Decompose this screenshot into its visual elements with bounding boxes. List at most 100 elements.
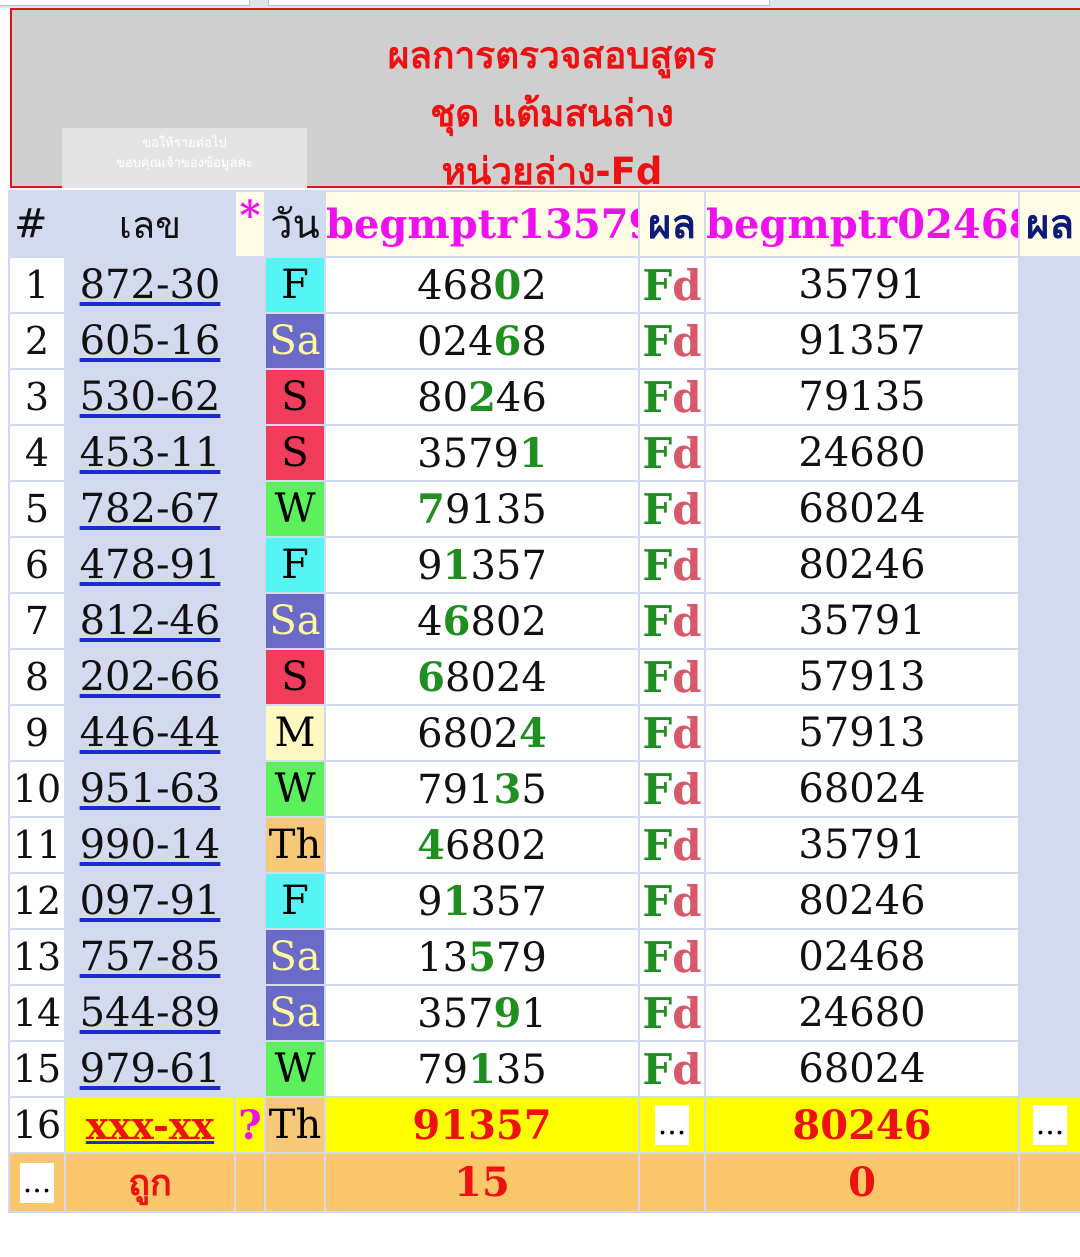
browser-tab[interactable] [268,0,770,6]
summary-dots-cell: ... [8,1152,66,1213]
draw-number-link[interactable]: 990-14 [64,816,236,874]
pattern1-digits: 79 [495,934,547,981]
pattern2-header: begmptr02468 [704,190,1020,258]
pattern1-hit-digit: 6 [442,597,471,645]
pattern1-digits: 468 [417,262,494,309]
pattern1-digits: 9 [417,542,443,589]
day-badge: Sa [264,984,326,1042]
row-index: 15 [8,1040,66,1098]
table-row: 13 757-85 Sa 13579 Fd 02468 [8,928,1080,986]
table-row: 6 478-91 F 91357 Fd 80246 [8,536,1080,594]
pattern1-hit-digit: 4 [417,821,446,869]
day-badge: W [264,760,326,818]
result-letter-d: d [672,708,702,758]
result-letter-f: F [642,316,673,366]
result1-value: Fd [638,424,706,482]
day-badge: F [264,872,326,930]
header-row: # เลข * วัน begmptr13579 ผล begmptr02468… [8,190,1080,258]
day-badge: S [264,424,326,482]
result-letter-f: F [642,876,673,926]
pattern1-hit-digit: 2 [468,373,496,421]
pattern1-digits: 35 [495,1046,547,1093]
draw-number-link[interactable]: 979-61 [64,1040,236,1098]
draw-number-link[interactable]: 446-44 [64,704,236,762]
table-row: 11 990-14 Th 46802 Fd 35791 [8,816,1080,874]
draw-number-link[interactable]: 478-91 [64,536,236,594]
pattern1-digits: 13 [417,934,469,981]
pending-number[interactable]: xxx-xx [64,1096,236,1154]
draw-number-link[interactable]: 782-67 [64,480,236,538]
pattern1-hit-digit: 7 [417,485,446,533]
pattern1-hit-digit: 1 [442,877,471,925]
pattern1-value: 79135 [324,480,640,538]
result2-cell [1018,1040,1080,1098]
pattern2-value: 35791 [704,256,1020,314]
draw-number-link[interactable]: 951-63 [64,760,236,818]
pattern1-value: 35791 [324,984,640,1042]
draw-number-link[interactable]: 812-46 [64,592,236,650]
pattern1-digits: 8 [521,318,547,365]
summary-empty [264,1152,326,1213]
result-letter-d: d [672,540,702,590]
pattern1-digits: 4 [417,598,443,645]
row-index: 16 [8,1096,66,1154]
pattern1-value: 46802 [324,592,640,650]
star-cell [234,368,266,426]
pattern2-value: 24680 [704,424,1020,482]
draw-number-link[interactable]: 453-11 [64,424,236,482]
pending-row: 16 xxx-xx? Th 91357... 80246... [8,1096,1080,1154]
result2-header: ผล [1018,190,1080,258]
pattern1-digits: 46 [495,374,547,421]
table-row: 8 202-66 S 68024 Fd 57913 [8,648,1080,706]
result-letter-f: F [642,484,673,534]
results-table: # เลข * วัน begmptr13579 ผล begmptr02468… [8,190,1080,1213]
result-letter-f: F [642,764,673,814]
title-banner: ผลการตรวจสอบสูตร ชุด แต้มสนล่าง หน่วยล่า… [10,8,1080,193]
draw-number-link[interactable]: 605-16 [64,312,236,370]
result-letter-f: F [642,1044,673,1094]
row-index: 1 [8,256,66,314]
draw-number-link[interactable]: 872-30 [64,256,236,314]
correct-label: ถูก [64,1152,236,1213]
row-index: 14 [8,984,66,1042]
star-header: * [234,190,266,258]
result2-cell [1018,368,1080,426]
draw-number-link[interactable]: 202-66 [64,648,236,706]
result1-pending: ... [638,1096,706,1154]
pattern1-hit-digit: 5 [468,933,496,981]
day-badge: F [264,256,326,314]
pattern2-value: 79135 [704,368,1020,426]
result2-cell [1018,648,1080,706]
day-badge: F [264,536,326,594]
draw-number-link[interactable]: 097-91 [64,872,236,930]
table-row: 15 979-61 W 79135 Fd 68024 [8,1040,1080,1098]
browser-tab[interactable] [0,0,250,6]
table-row: 14 544-89 Sa 35791 Fd 24680 [8,984,1080,1042]
result1-header: ผล [638,190,706,258]
result2-cell [1018,760,1080,818]
pattern1-digits: 357 [470,542,547,589]
pattern2-value: 24680 [704,984,1020,1042]
pattern1-digits: 9 [417,878,443,925]
pattern1-hit-digit: 1 [468,1045,496,1093]
draw-number-link[interactable]: 530-62 [64,368,236,426]
result-letter-f: F [642,988,673,1038]
pattern1-hit-digit: 4 [518,709,547,757]
result2-cell [1018,984,1080,1042]
row-index: 4 [8,424,66,482]
number-header: เลข [64,190,236,258]
draw-number-link[interactable]: 757-85 [64,928,236,986]
day-badge: Sa [264,312,326,370]
draw-number-link[interactable]: 544-89 [64,984,236,1042]
summary-empty [638,1152,706,1213]
unknown-mark: ? [234,1096,266,1154]
pattern1-digits: 802 [470,598,547,645]
row-index: 7 [8,592,66,650]
row-index: 8 [8,648,66,706]
table-row: 2 605-16 Sa 02468 Fd 91357 [8,312,1080,370]
result2-cell [1018,256,1080,314]
pattern1-hit-digit: 3 [493,765,522,813]
result-letter-d: d [672,988,702,1038]
result-letter-d: d [672,260,702,310]
result-letter-d: d [672,484,702,534]
